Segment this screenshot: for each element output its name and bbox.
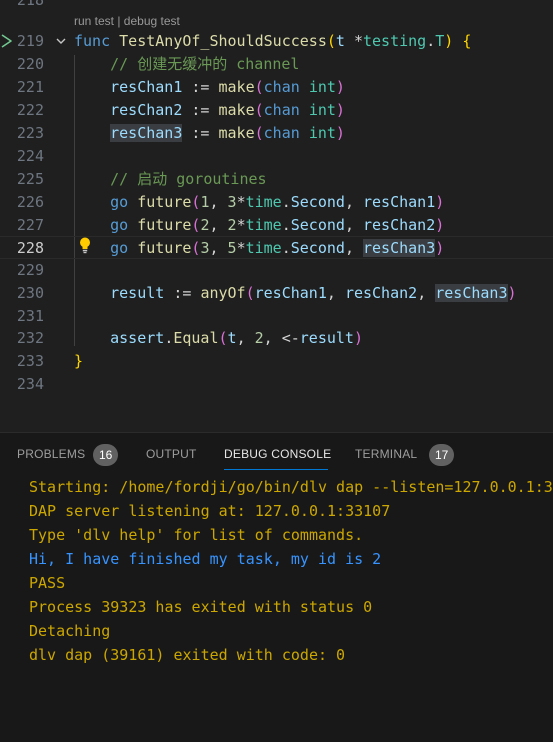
- problems-count-badge: 16: [93, 444, 119, 466]
- code-line[interactable]: 222 resChan2 := make(chan int): [0, 99, 553, 122]
- code-line[interactable]: 224: [0, 145, 553, 168]
- code-line[interactable]: 227 go future(2, 2*time.Second, resChan2…: [0, 214, 553, 237]
- line-number: 219: [16, 32, 44, 50]
- console-line: Starting: /home/fordji/go/bin/dlv dap --…: [29, 478, 553, 496]
- code-comment[interactable]: // 启动 goroutines: [74, 168, 266, 191]
- code-text[interactable]: func TestAnyOf_ShouldSuccess(t *testing.…: [74, 30, 471, 53]
- tab-problems[interactable]: PROBLEMS: [17, 444, 85, 464]
- line-number: 232: [16, 329, 44, 347]
- code-text[interactable]: resChan2 := make(chan int): [74, 99, 345, 122]
- code-text[interactable]: }: [74, 350, 83, 373]
- code-text[interactable]: go future(2, 2*time.Second, resChan2): [74, 214, 444, 237]
- code-line[interactable]: 219 func TestAnyOf_ShouldSuccess(t *test…: [0, 30, 553, 53]
- line-number: 226: [16, 193, 44, 211]
- code-line[interactable]: 230 result := anyOf(resChan1, resChan2, …: [0, 282, 553, 305]
- code-line[interactable]: 232 assert.Equal(t, 2, <-result): [0, 327, 553, 350]
- line-number: 223: [16, 124, 44, 142]
- console-line: DAP server listening at: 127.0.0.1:33107: [29, 502, 391, 520]
- console-line: PASS: [29, 574, 66, 592]
- code-text[interactable]: go future(1, 3*time.Second, resChan1): [74, 191, 444, 214]
- line-number: 230: [16, 284, 44, 302]
- line-number: 225: [16, 170, 44, 188]
- lightbulb-icon[interactable]: [78, 236, 92, 254]
- code-line[interactable]: 223 resChan3 := make(chan int): [0, 122, 553, 145]
- line-number: 220: [16, 55, 44, 73]
- code-line[interactable]: 225 // 启动 goroutines: [0, 168, 553, 191]
- line-number: 233: [16, 352, 44, 370]
- console-line: Type 'dlv help' for list of commands.: [29, 526, 364, 544]
- codelens-run-debug-test[interactable]: run test | debug test: [74, 12, 180, 30]
- code-line[interactable]: 229: [0, 259, 553, 282]
- bottom-panel: PROBLEMS 16 OUTPUT DEBUG CONSOLE TERMINA…: [0, 432, 553, 742]
- tab-terminal[interactable]: TERMINAL: [355, 444, 417, 464]
- line-number: 234: [16, 375, 44, 393]
- code-line[interactable]: 226 go future(1, 3*time.Second, resChan1…: [0, 191, 553, 214]
- line-number: 221: [16, 78, 44, 96]
- tab-debug-console[interactable]: DEBUG CONSOLE: [224, 444, 331, 464]
- debug-console-output[interactable]: Starting: /home/fordji/go/bin/dlv dap --…: [29, 475, 553, 667]
- line-number: 228: [16, 239, 44, 257]
- line-number: 218: [16, 0, 44, 9]
- code-text[interactable]: resChan3 := make(chan int): [74, 122, 345, 145]
- terminal-count-badge: 17: [429, 444, 455, 466]
- code-line[interactable]: 234: [0, 373, 553, 396]
- console-line: Detaching: [29, 622, 111, 640]
- line-number: 229: [16, 261, 44, 279]
- code-comment[interactable]: // 创建无缓冲的 channel: [74, 53, 299, 76]
- code-text[interactable]: resChan1 := make(chan int): [74, 76, 345, 99]
- code-line[interactable]: 233 }: [0, 350, 553, 373]
- code-line[interactable]: 231: [0, 305, 553, 328]
- code-text[interactable]: go future(3, 5*time.Second, resChan3): [74, 237, 444, 260]
- line-number: 224: [16, 147, 44, 165]
- code-text[interactable]: assert.Equal(t, 2, <-result): [74, 327, 363, 350]
- console-line: Process 39323 has exited with status 0: [29, 598, 373, 616]
- code-line[interactable]: 218: [0, 0, 553, 12]
- line-number: 231: [16, 307, 44, 325]
- console-line: dlv dap (39161) exited with code: 0: [29, 646, 346, 664]
- console-line-program-output: Hi, I have finished my task, my id is 2: [29, 550, 382, 568]
- code-editor[interactable]: 218 run test | debug test 219 func TestA…: [0, 0, 553, 432]
- panel-tabs: PROBLEMS 16 OUTPUT DEBUG CONSOLE TERMINA…: [0, 433, 553, 475]
- code-line[interactable]: 221 resChan1 := make(chan int): [0, 76, 553, 99]
- code-text[interactable]: result := anyOf(resChan1, resChan2, resC…: [74, 282, 517, 305]
- line-number: 222: [16, 101, 44, 119]
- code-line[interactable]: 220 // 创建无缓冲的 channel: [0, 53, 553, 76]
- tab-output[interactable]: OUTPUT: [146, 444, 197, 464]
- line-number: 227: [16, 216, 44, 234]
- active-tab-indicator: [224, 469, 328, 470]
